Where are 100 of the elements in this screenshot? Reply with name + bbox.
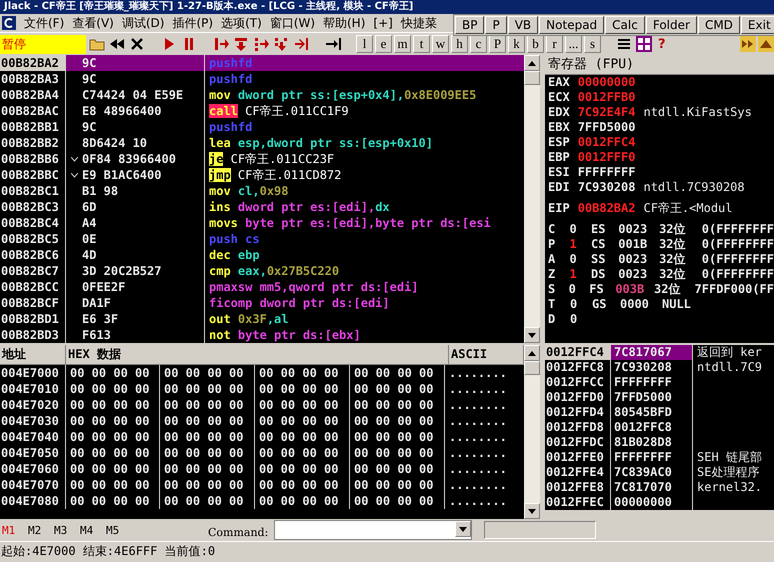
step-over-icon[interactable] bbox=[232, 35, 250, 53]
view-button[interactable]: e bbox=[375, 35, 392, 53]
flag-value[interactable]: 1 bbox=[570, 267, 583, 282]
view-button[interactable]: m bbox=[394, 35, 411, 53]
scroll-down-button[interactable] bbox=[524, 327, 540, 343]
register-value[interactable]: 0012FFC4 bbox=[578, 135, 636, 150]
view-button[interactable]: b bbox=[527, 35, 544, 53]
menu-item[interactable]: 文件(F) bbox=[24, 14, 64, 32]
trace-into-icon[interactable] bbox=[252, 35, 270, 53]
register-value[interactable]: 0012FFB0 bbox=[578, 90, 636, 105]
column-header[interactable]: HEX 数据 bbox=[66, 345, 449, 364]
tool-button[interactable]: Calc bbox=[605, 16, 645, 34]
scroll-thumb[interactable] bbox=[524, 71, 540, 85]
code-row[interactable]: 00B82BCF DA1F ficomp dword ptr ds:[edi] bbox=[0, 295, 524, 311]
scroll-up-button[interactable] bbox=[524, 55, 540, 71]
menu-item[interactable]: 查看(V) bbox=[72, 14, 114, 32]
stack-row[interactable]: 0012FFC4 7C817067 返回到 ker bbox=[545, 345, 774, 360]
tool-button[interactable]: VB bbox=[508, 16, 538, 34]
command-field[interactable] bbox=[274, 520, 472, 540]
view-button[interactable]: r bbox=[546, 35, 563, 53]
view-button[interactable]: h bbox=[451, 35, 468, 53]
code-row[interactable]: 00B82BC5 0E push cs bbox=[0, 231, 524, 247]
view-button[interactable]: t bbox=[413, 35, 430, 53]
scroll-thumb[interactable] bbox=[524, 361, 540, 375]
return-icon[interactable] bbox=[292, 35, 310, 53]
code-row[interactable]: 00B82BD1 E6 3F out 0x3F,al bbox=[0, 311, 524, 327]
grid-icon[interactable] bbox=[635, 35, 653, 53]
code-row[interactable]: 00B82BC1 B1 98 mov cl,0x98 bbox=[0, 183, 524, 199]
goto-icon[interactable] bbox=[324, 35, 342, 53]
stack-row[interactable]: 0012FFE4 7C839AC0 SE处理程序 bbox=[545, 465, 774, 480]
stack-row[interactable]: 0012FFD0 7FFD5000 bbox=[545, 390, 774, 405]
code-row[interactable]: 00B82BA4 C74424 04 E59E mov dword ptr ss:[esp+0x4],0x8E009EE5 bbox=[0, 87, 524, 103]
view-button[interactable]: s bbox=[584, 35, 601, 53]
memory-tab[interactable]: M5 bbox=[104, 522, 130, 538]
view-button[interactable]: k bbox=[508, 35, 525, 53]
stack-row[interactable]: 0012FFD8 0012FFC8 bbox=[545, 420, 774, 435]
view-button[interactable]: l bbox=[356, 35, 373, 53]
hex-cell: 9C bbox=[82, 71, 205, 87]
code-row[interactable]: 00B82BA2 9C pushfd bbox=[0, 55, 524, 71]
memory-tab[interactable]: M4 bbox=[78, 522, 104, 538]
code-row[interactable]: 00B82BAC E8 48966400 call CF帝王.011CC1F9 bbox=[0, 103, 524, 119]
code-row[interactable]: 00B82BB1 9C pushfd bbox=[0, 119, 524, 135]
stack-row[interactable]: 0012FFE0 FFFFFFFF SEH 链尾部 bbox=[545, 450, 774, 465]
stack-row[interactable]: 0012FFEC 00000000 bbox=[545, 495, 774, 510]
flag-value[interactable]: 0 bbox=[568, 282, 582, 297]
tool-button[interactable]: Folder bbox=[646, 16, 697, 34]
menu-item[interactable]: 帮助(H) bbox=[323, 14, 366, 32]
stack-row[interactable]: 0012FFD4 80545BFD bbox=[545, 405, 774, 420]
tool-button[interactable]: CMD bbox=[698, 16, 740, 34]
menu-item[interactable]: 窗口(W) bbox=[270, 14, 315, 32]
code-row[interactable]: 00B82BC6 4D dec ebp bbox=[0, 247, 524, 263]
register-value[interactable]: 7FFD5000 bbox=[578, 120, 636, 135]
trace-over-icon[interactable] bbox=[272, 35, 290, 53]
stack-row[interactable]: 0012FFDC 81B028D8 bbox=[545, 435, 774, 450]
flag-value[interactable]: 1 bbox=[570, 237, 583, 252]
register-value[interactable]: 0012FFF0 bbox=[578, 150, 636, 165]
code-row[interactable]: 00B82BD3 F613 not byte ptr ds:[ebx] bbox=[0, 327, 524, 343]
step-into-icon[interactable] bbox=[212, 35, 230, 53]
app-icon[interactable] bbox=[2, 16, 16, 30]
code-row[interactable]: 00B82BA3 9C pushfd bbox=[0, 71, 524, 87]
flag-value[interactable]: 0 bbox=[570, 222, 583, 237]
scroll-down-button[interactable] bbox=[524, 503, 540, 519]
view-button[interactable]: P bbox=[489, 35, 506, 53]
view-button[interactable]: ... bbox=[565, 35, 582, 53]
menu-item[interactable]: 调试(D) bbox=[122, 14, 164, 32]
code-row[interactable]: 00B82BB6 0F84 83966400 je CF帝王.011CC23F bbox=[0, 151, 524, 167]
code-row[interactable]: 00B82BC3 6D ins dword ptr es:[edi],dx bbox=[0, 199, 524, 215]
register-value[interactable]: 00000000 bbox=[578, 75, 636, 90]
code-row[interactable]: 00B82BB2 8D6424 10 lea esp,dword ptr ss:[esp+0x10] bbox=[0, 135, 524, 151]
flag-value[interactable]: 0 bbox=[570, 297, 584, 312]
code-row[interactable]: 00B82BCC 0FEE2F pmaxsw mm5,qword ptr ds:[edi] bbox=[0, 279, 524, 295]
scroll-up-button[interactable] bbox=[524, 345, 540, 361]
tool-button[interactable]: BP bbox=[455, 16, 484, 34]
register-value[interactable]: 7C930208 bbox=[578, 180, 636, 195]
stack-row[interactable]: 0012FFE8 7C817070 kernel32. bbox=[545, 480, 774, 495]
flag-value[interactable]: 0 bbox=[570, 252, 583, 267]
view-button[interactable]: c bbox=[470, 35, 487, 53]
memory-tab[interactable]: M3 bbox=[52, 522, 78, 538]
help-button[interactable]: ? bbox=[655, 36, 669, 52]
menu-item[interactable]: 选项(T) bbox=[221, 14, 262, 32]
menu-item[interactable]: 快捷菜 bbox=[400, 14, 437, 32]
menu-item[interactable]: 插件(P) bbox=[172, 14, 214, 32]
scrollbar[interactable] bbox=[524, 55, 540, 343]
tool-button[interactable]: P bbox=[485, 16, 507, 34]
column-header[interactable]: 地址 bbox=[0, 345, 66, 364]
flag-value[interactable]: 0 bbox=[570, 312, 584, 327]
menu-item[interactable]: [+] bbox=[373, 16, 393, 30]
tool-button[interactable]: Exit bbox=[740, 16, 774, 34]
register-value[interactable]: FFFFFFFF bbox=[578, 165, 636, 180]
register-value[interactable]: 00B82BA2 bbox=[578, 201, 636, 216]
code-row[interactable]: 00B82BC7 3D 20C2B527 cmp eax,0x27B5C220 bbox=[0, 263, 524, 279]
scrollbar[interactable] bbox=[524, 345, 540, 519]
view-button[interactable]: w bbox=[432, 35, 449, 53]
register-value[interactable]: 7C92E4F4 bbox=[578, 105, 636, 120]
memory-tab[interactable]: M2 bbox=[26, 522, 52, 538]
tool-button[interactable]: Notepad bbox=[539, 16, 604, 34]
code-row[interactable]: 00B82BC4 A4 movs byte ptr es:[edi],byte ptr ds:[esi bbox=[0, 215, 524, 231]
stack-row[interactable]: 0012FFC8 7C930208 ntdll.7C9 bbox=[545, 360, 774, 375]
stack-row[interactable]: 0012FFCC FFFFFFFF bbox=[545, 375, 774, 390]
code-row[interactable]: 00B82BBC E9 B1AC6400 jmp CF帝王.011CD872 bbox=[0, 167, 524, 183]
